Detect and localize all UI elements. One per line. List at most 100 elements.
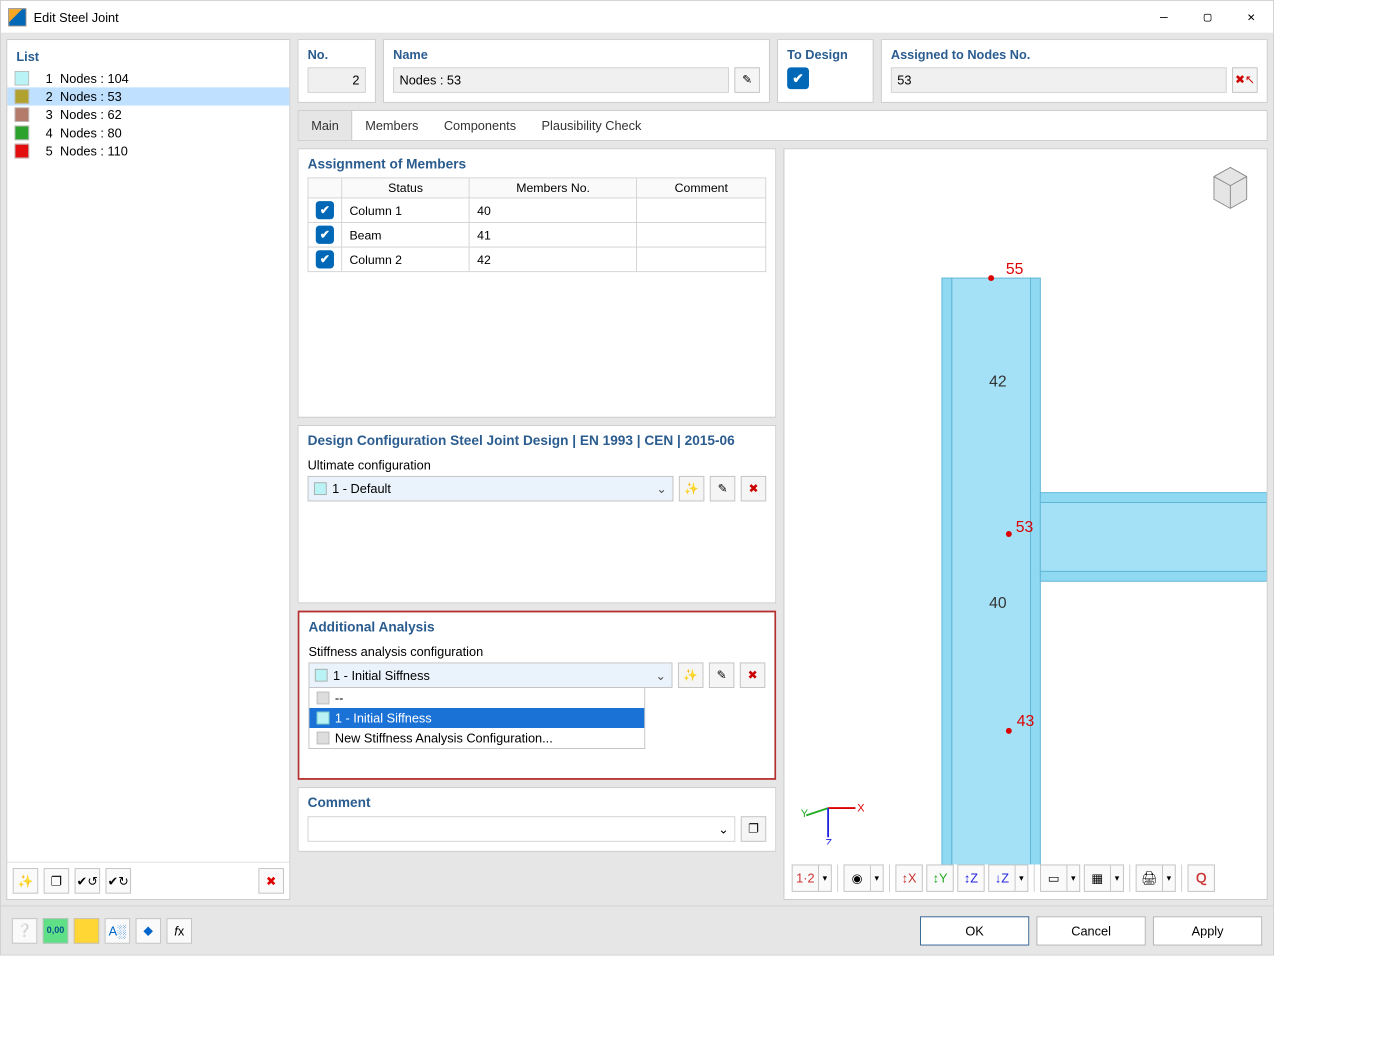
ok-button[interactable]: OK <box>920 916 1029 945</box>
comment-history-button[interactable]: ❐ <box>741 816 766 841</box>
tab-plausibility-check[interactable]: Plausibility Check <box>529 111 654 140</box>
info-button[interactable]: A░ <box>105 918 130 943</box>
view-x-button[interactable]: ↕X <box>895 865 922 892</box>
delete-config-button[interactable]: ✖ <box>741 476 766 501</box>
tab-members[interactable]: Members <box>352 111 431 140</box>
numbering-dropdown[interactable]: ▾ <box>819 865 832 892</box>
design-config-subtitle: Ultimate configuration <box>308 458 767 473</box>
view-y-button[interactable]: ↕Y <box>926 865 953 892</box>
option-label: New Stiffness Analysis Configuration... <box>335 731 553 746</box>
list-title: List <box>7 40 289 69</box>
view-neg-z-button[interactable]: ↓Z <box>988 865 1015 892</box>
cancel-button[interactable]: Cancel <box>1036 916 1145 945</box>
table-row[interactable]: ✔Column 242 <box>308 247 766 272</box>
edit-stiffness-button[interactable]: ✎ <box>709 662 734 687</box>
to-design-label: To Design <box>787 46 848 64</box>
swatch-icon <box>317 732 330 745</box>
copy-item-button[interactable]: ❐ <box>44 868 69 893</box>
app-icon <box>8 8 26 26</box>
3d-preview[interactable]: 55 42 40 53 43 X <box>784 148 1268 900</box>
new-config-button[interactable]: ✨ <box>679 476 704 501</box>
tab-components[interactable]: Components <box>431 111 529 140</box>
new-stiffness-button[interactable]: ✨ <box>678 662 703 687</box>
units-button[interactable]: 0,00 <box>43 918 68 943</box>
help-button[interactable]: ❔ <box>12 918 37 943</box>
row-comment <box>637 198 766 223</box>
no-box: No. 2 <box>298 39 376 103</box>
print-button[interactable]: 🖨 <box>1136 865 1163 892</box>
chevron-down-icon: ⌄ <box>655 667 666 682</box>
assigned-nodes-box: Assigned to Nodes No. 53 ✖↖ <box>881 39 1268 103</box>
iso-view-dropdown[interactable]: ▾ <box>1067 865 1080 892</box>
members-table: Status Members No. Comment ✔Column 140✔B… <box>308 177 767 272</box>
list-item[interactable]: 2Nodes : 53 <box>7 87 289 105</box>
ultimate-config-dropdown[interactable]: 1 - Default ⌄ <box>308 476 674 501</box>
comment-input[interactable]: ⌄ <box>308 816 736 841</box>
assignment-card: Assignment of Members Status Members No.… <box>298 148 777 417</box>
list-item[interactable]: 1Nodes : 104 <box>7 69 289 87</box>
zoom-tool-button[interactable]: Ｑ <box>1188 865 1215 892</box>
option-label: -- <box>335 691 343 706</box>
axis-gizmo-icon: X Y Z <box>801 790 865 845</box>
delete-stiffness-button[interactable]: ✖ <box>740 662 765 687</box>
new-item-button[interactable]: ✨ <box>13 868 38 893</box>
stiffness-option[interactable]: 1 - Initial Siffness <box>309 708 644 728</box>
delete-item-button[interactable]: ✖ <box>258 868 283 893</box>
edit-name-button[interactable]: ✎ <box>734 67 759 92</box>
list-item[interactable]: 3Nodes : 62 <box>7 106 289 124</box>
joint-render: 55 42 40 53 43 <box>784 149 1266 899</box>
edit-config-button[interactable]: ✎ <box>710 476 735 501</box>
check-all-button[interactable]: ✔↺ <box>75 868 100 893</box>
table-row[interactable]: ✔Beam41 <box>308 222 766 247</box>
formula-button[interactable]: fx <box>167 918 192 943</box>
row-checkbox[interactable]: ✔ <box>316 226 334 244</box>
pick-nodes-button[interactable]: ✖↖ <box>1232 67 1257 92</box>
display-mode-button[interactable]: ◉ <box>844 865 871 892</box>
stiffness-config-dropdown[interactable]: 1 - Initial Siffness ⌄ <box>308 662 672 687</box>
check-swap-button[interactable]: ✔↻ <box>106 868 131 893</box>
to-design-box: To Design ✔ <box>777 39 873 103</box>
col-status: Status <box>342 178 470 198</box>
close-button[interactable]: ✕ <box>1229 0 1273 33</box>
view-neg-z-dropdown[interactable]: ▾ <box>1016 865 1029 892</box>
tab-main[interactable]: Main <box>298 111 352 140</box>
table-row[interactable]: ✔Column 140 <box>308 198 766 223</box>
list-item[interactable]: 5Nodes : 110 <box>7 142 289 160</box>
color-swatch <box>15 89 30 104</box>
maximize-button[interactable]: ▢ <box>1186 0 1230 33</box>
view-z-button[interactable]: ↕Z <box>957 865 984 892</box>
col-comment: Comment <box>637 178 766 198</box>
no-value: 2 <box>308 67 366 92</box>
design-config-title: Design Configuration Steel Joint Design … <box>308 433 767 448</box>
col-members-no: Members No. <box>469 178 636 198</box>
list-item[interactable]: 4Nodes : 80 <box>7 124 289 142</box>
color-swatch <box>15 144 30 159</box>
view-cube-icon[interactable] <box>1203 158 1258 213</box>
color-button[interactable] <box>74 918 99 943</box>
display-mode-dropdown[interactable]: ▾ <box>871 865 884 892</box>
wire-view-dropdown[interactable]: ▾ <box>1111 865 1124 892</box>
to-design-checkbox[interactable]: ✔ <box>787 67 809 89</box>
list-item-label: Nodes : 104 <box>60 71 129 86</box>
wire-view-button[interactable]: ▦ <box>1084 865 1111 892</box>
option-label: 1 - Initial Siffness <box>335 711 432 726</box>
iso-view-button[interactable]: ▭ <box>1040 865 1067 892</box>
row-checkbox[interactable]: ✔ <box>316 250 334 268</box>
export-button[interactable]: ◆ <box>136 918 161 943</box>
minimize-button[interactable]: — <box>1142 0 1186 33</box>
svg-text:40: 40 <box>989 595 1007 612</box>
print-dropdown[interactable]: ▾ <box>1163 865 1176 892</box>
numbering-button[interactable]: 1·2 <box>792 865 819 892</box>
list-item-index: 2 <box>36 89 52 104</box>
comment-title: Comment <box>308 795 767 810</box>
row-checkbox[interactable]: ✔ <box>316 201 334 219</box>
row-comment <box>637 247 766 272</box>
color-swatch <box>15 71 30 86</box>
swatch-icon <box>317 692 330 705</box>
additional-analysis-title: Additional Analysis <box>308 620 765 635</box>
svg-text:42: 42 <box>989 373 1007 390</box>
stiffness-option[interactable]: New Stiffness Analysis Configuration... <box>309 728 644 748</box>
stiffness-option[interactable]: -- <box>309 688 644 708</box>
color-swatch <box>15 126 30 141</box>
apply-button[interactable]: Apply <box>1153 916 1262 945</box>
